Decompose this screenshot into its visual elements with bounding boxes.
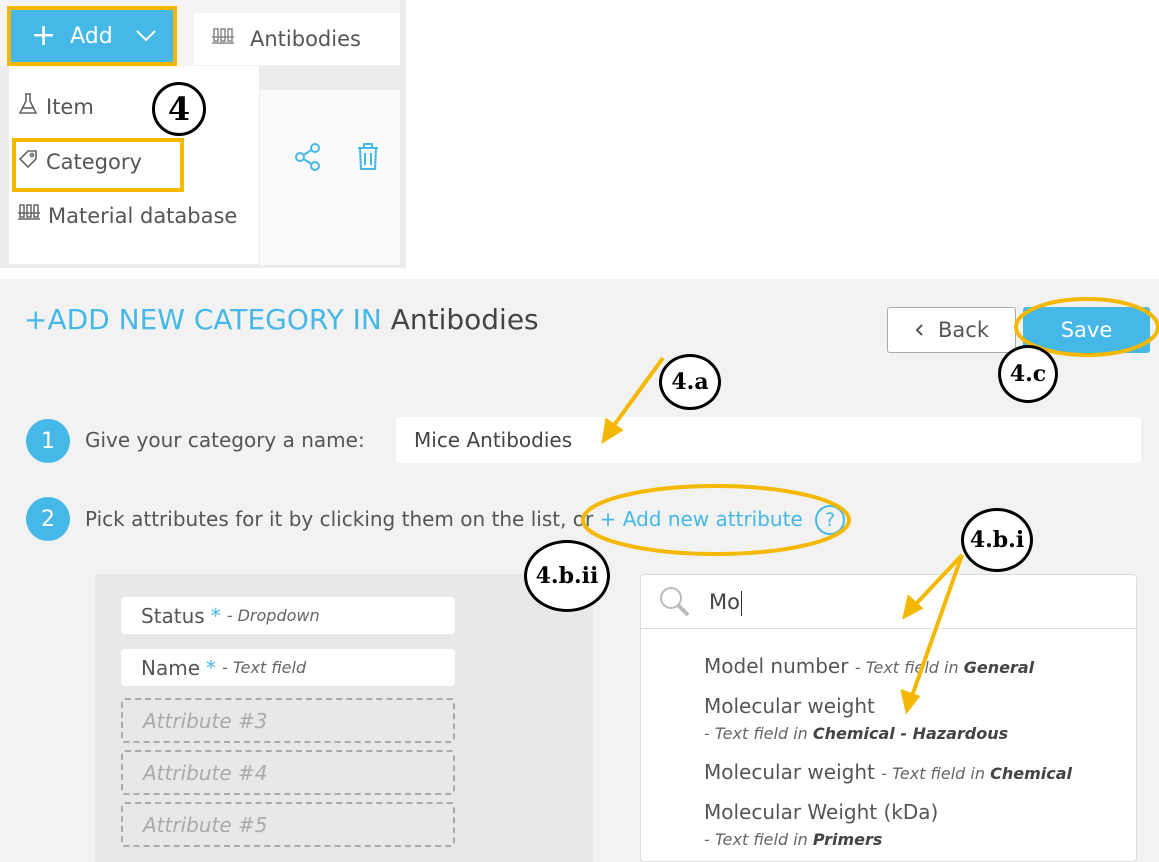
result-category: Chemical - Hazardous xyxy=(812,724,1009,743)
add-button-label: Add xyxy=(70,23,113,49)
result-detail: - Text field in Chemical - Hazardous xyxy=(704,724,1008,743)
annotation-step-4bii: 4.b.ii xyxy=(524,540,610,612)
attribute-name: Name xyxy=(141,655,201,680)
chevron-left-icon xyxy=(914,318,924,342)
result-name: Molecular Weight (kDa) xyxy=(704,800,939,824)
page-title-prefix: +ADD NEW CATEGORY IN xyxy=(24,303,382,336)
category-highlight-box xyxy=(12,138,184,192)
empty-attribute-slot: Attribute #4 xyxy=(121,750,455,795)
tab-antibodies-label: Antibodies xyxy=(250,27,361,51)
annotation-step-4a: 4.a xyxy=(659,354,721,410)
add-button[interactable]: + Add xyxy=(7,6,177,66)
background-content xyxy=(260,90,400,265)
result-category: Primers xyxy=(812,830,883,849)
attribute-type: - Dropdown xyxy=(226,606,320,625)
step-1-label: Give your category a name: xyxy=(85,428,365,452)
rack-icon xyxy=(18,203,40,228)
result-category: Chemical xyxy=(990,764,1072,783)
required-marker: * xyxy=(210,603,221,628)
result-name: Model number xyxy=(704,654,849,678)
flask-icon xyxy=(18,93,38,120)
step-2-label: Pick attributes for it by clicking them … xyxy=(85,507,803,531)
menu-item-label: Material database xyxy=(48,203,238,228)
annotation-step-4: 4 xyxy=(152,82,206,136)
required-marker: * xyxy=(206,655,217,680)
back-button[interactable]: Back xyxy=(887,307,1016,353)
menu-item-label: Item xyxy=(46,94,94,119)
attribute-name: Status xyxy=(141,603,205,628)
step-number-1: 1 xyxy=(26,419,70,463)
search-result[interactable]: Molecular weight - Text field in Chemica… xyxy=(704,760,1072,784)
annotation-step-4bi: 4.b.i xyxy=(961,508,1033,572)
result-type: - Text field in xyxy=(854,658,959,677)
search-result[interactable]: Model number - Text field in General xyxy=(704,654,1034,678)
help-icon[interactable]: ? xyxy=(815,505,845,535)
menu-item-material-database[interactable]: Material database xyxy=(18,203,237,228)
save-button-label: Save xyxy=(1060,318,1113,342)
result-detail: - Text field in Primers xyxy=(704,830,882,849)
result-name: Molecular weight xyxy=(704,694,875,718)
step-number-2: 2 xyxy=(26,497,70,541)
rack-icon xyxy=(212,27,234,52)
page-title-database: Antibodies xyxy=(390,303,539,336)
search-query-text: Mo xyxy=(709,590,740,614)
category-name-value: Mice Antibodies xyxy=(414,428,573,452)
share-icon[interactable] xyxy=(294,143,322,175)
search-result[interactable]: Molecular weight xyxy=(704,694,875,718)
annotation-step-4c: 4.c xyxy=(998,345,1058,403)
plus-icon: + xyxy=(31,18,57,53)
empty-attribute-slot: Attribute #3 xyxy=(121,698,455,743)
step-2-instruction: Pick attributes for it by clicking them … xyxy=(85,507,594,531)
attribute-type: - Text field xyxy=(222,658,307,677)
menu-item-item[interactable]: Item xyxy=(18,93,94,120)
trash-icon[interactable] xyxy=(356,143,380,175)
result-category: General xyxy=(963,658,1035,677)
result-type: - Text field in xyxy=(704,830,808,849)
result-detail: - Text field in Chemical xyxy=(881,764,1072,783)
back-button-label: Back xyxy=(938,318,989,342)
search-query: Mo xyxy=(709,590,742,616)
page-title: +ADD NEW CATEGORY IN Antibodies xyxy=(24,303,539,336)
result-type: - Text field in xyxy=(881,764,985,783)
result-name: Molecular weight xyxy=(704,760,875,784)
selected-attribute-name[interactable]: Name * - Text field xyxy=(121,649,455,686)
empty-attribute-slot: Attribute #5 xyxy=(121,802,455,847)
category-name-input[interactable]: Mice Antibodies xyxy=(396,417,1141,463)
search-result[interactable]: Molecular Weight (kDa) xyxy=(704,800,938,824)
add-new-attribute-link[interactable]: + Add new attribute xyxy=(600,507,803,531)
save-button[interactable]: Save xyxy=(1023,307,1150,353)
result-type: - Text field in xyxy=(704,724,808,743)
result-detail: - Text field in General xyxy=(855,658,1034,677)
search-icon xyxy=(657,584,693,624)
tab-antibodies[interactable]: Antibodies xyxy=(194,13,400,65)
chevron-down-icon xyxy=(135,24,157,49)
selected-attribute-status[interactable]: Status * - Dropdown xyxy=(121,597,455,634)
text-caret xyxy=(740,590,742,616)
